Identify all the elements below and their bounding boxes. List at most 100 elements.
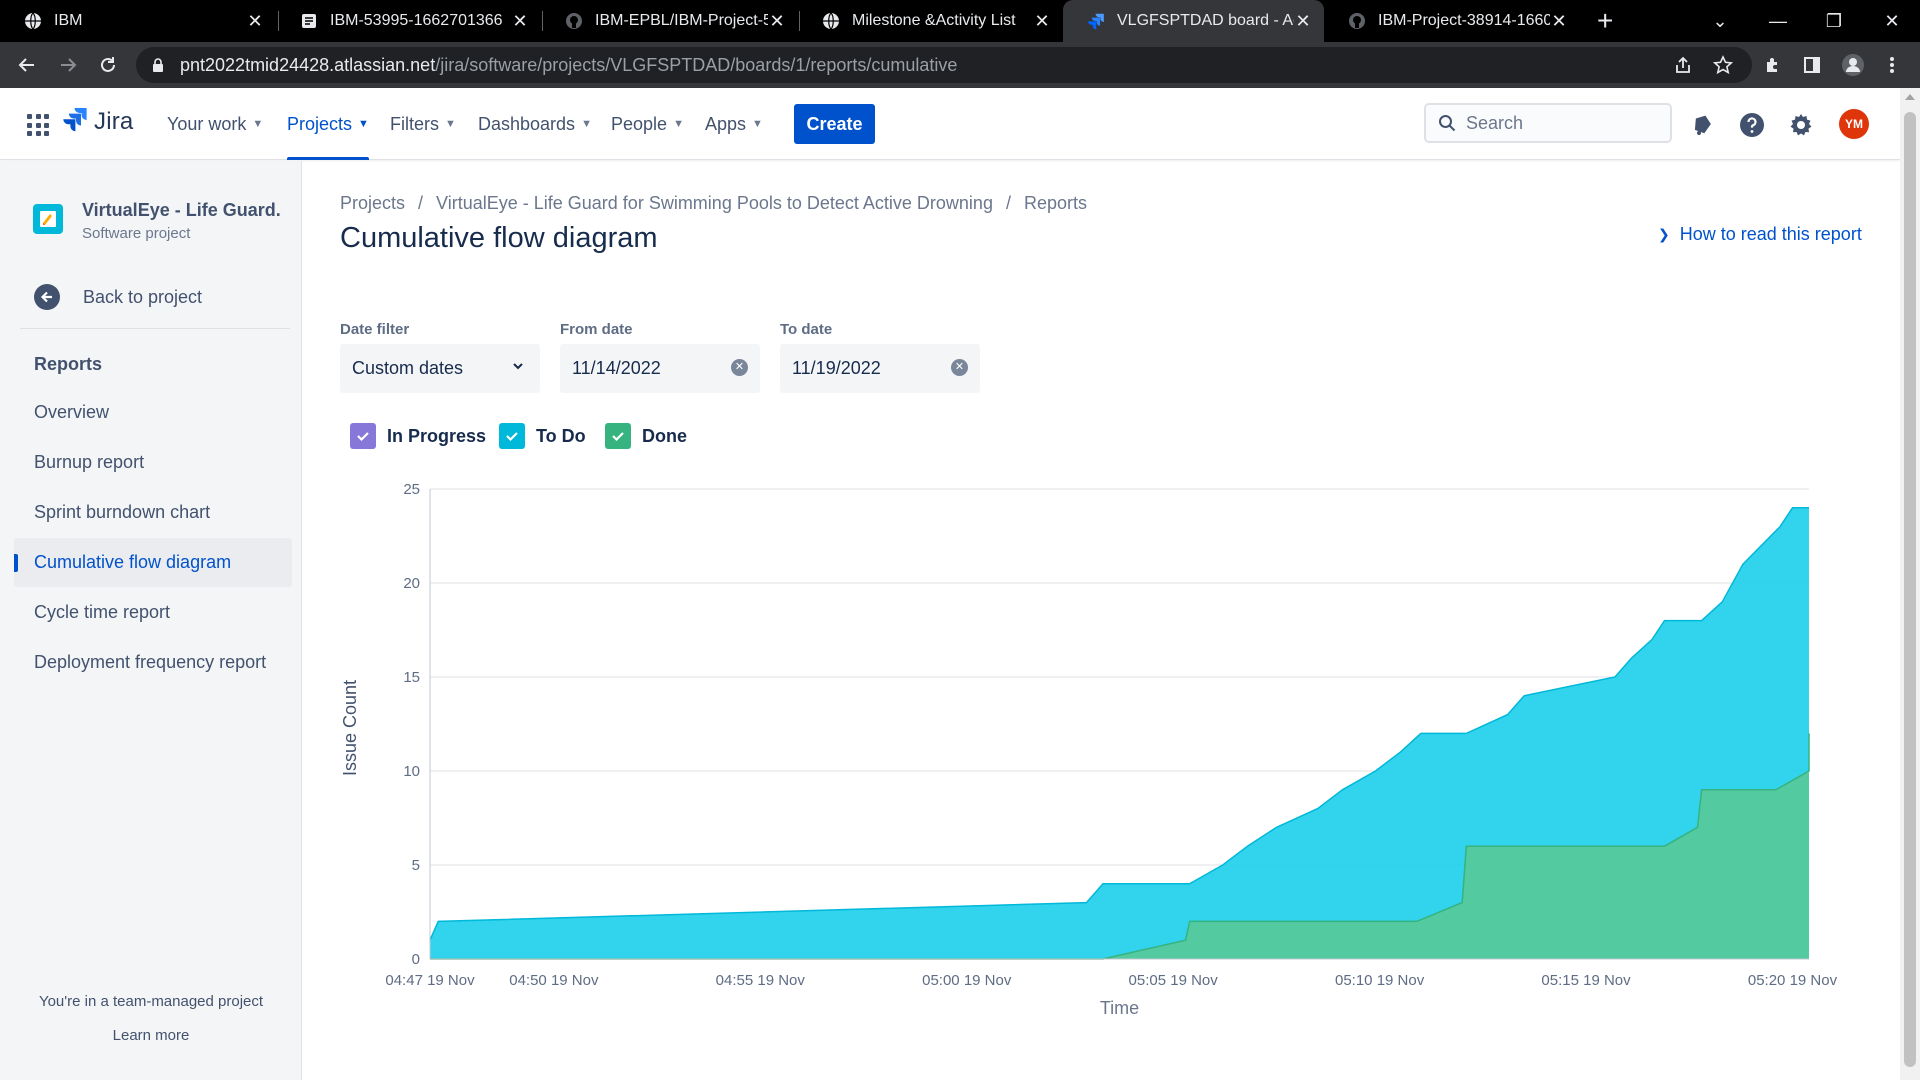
close-window-button[interactable]: ✕ <box>1864 0 1920 42</box>
app-switcher-icon[interactable] <box>27 114 49 136</box>
close-tab-icon[interactable]: ✕ <box>1294 11 1312 32</box>
address-bar: pnt2022tmid24428.atlassian.net/jira/soft… <box>0 42 1920 88</box>
nav-filters[interactable]: Filters ▼ <box>390 88 456 160</box>
create-button[interactable]: Create <box>794 104 875 144</box>
close-tab-icon[interactable]: ✕ <box>768 11 786 32</box>
nav-people[interactable]: People ▼ <box>611 88 684 160</box>
sidebar-item-burnup-report[interactable]: Burnup report <box>14 438 292 487</box>
breadcrumb-project[interactable]: VirtualEye - Life Guard for Swimming Poo… <box>436 193 993 214</box>
close-tab-icon[interactable]: ✕ <box>511 11 529 32</box>
search-field[interactable] <box>1424 103 1672 143</box>
browser-tab[interactable]: IBM-Project-38914-166038 ✕ <box>1324 0 1580 42</box>
settings-gear-icon[interactable] <box>1786 110 1816 140</box>
project-sidebar: VirtualEye - Life Guard... Software proj… <box>0 161 302 1080</box>
chevron-down-icon: ▼ <box>252 118 264 130</box>
globe-icon <box>822 12 840 30</box>
legend-to-do[interactable]: To Do <box>499 423 586 449</box>
browser-tab-title: IBM-Project-38914-166038 <box>1378 12 1550 29</box>
nav-your-work[interactable]: Your work ▼ <box>167 88 263 160</box>
url-bar[interactable]: pnt2022tmid24428.atlassian.net/jira/soft… <box>136 47 1752 83</box>
legend-done[interactable]: Done <box>605 423 687 449</box>
tab-search-icon[interactable]: ⌄ <box>1692 0 1748 42</box>
sidebar-item-deployment-frequency[interactable]: Deployment frequency report <box>14 638 292 687</box>
nav-dashboards[interactable]: Dashboards ▼ <box>478 88 592 160</box>
back-to-project-link[interactable]: Back to project <box>34 282 202 312</box>
breadcrumb-projects[interactable]: Projects <box>340 193 405 214</box>
browser-tab[interactable]: IBM-EPBL/IBM-Project-539 ✕ <box>541 0 798 42</box>
url-host: pnt2022tmid24428.atlassian.net <box>180 54 436 75</box>
github-icon <box>565 12 583 30</box>
browser-tab-active[interactable]: VLGFSPTDAD board - Agile ✕ <box>1063 0 1324 42</box>
chevron-down-icon <box>510 358 526 379</box>
sidebar-divider <box>20 328 290 329</box>
browser-tab-title: Milestone &Activity List <box>852 12 1016 29</box>
checkbox-checked-icon[interactable] <box>605 423 631 449</box>
close-tab-icon[interactable]: ✕ <box>1033 11 1051 32</box>
scrollbar-thumb[interactable] <box>1904 112 1916 1067</box>
from-date-label: From date <box>560 321 633 338</box>
nav-projects[interactable]: Projects ▼ <box>287 88 369 160</box>
legend-in-progress[interactable]: In Progress <box>350 423 486 449</box>
reload-icon[interactable] <box>93 50 123 80</box>
to-date-field[interactable]: 11/19/2022 ✕ <box>780 344 980 393</box>
browser-tab-title: VLGFSPTDAD board - Agile <box>1117 12 1294 29</box>
browser-tab[interactable]: IBM-53995-1662701366 ✕ <box>276 0 541 42</box>
browser-menu-icon[interactable] <box>1877 50 1907 80</box>
y-tick-label: 25 <box>403 481 420 498</box>
nav-apps[interactable]: Apps ▼ <box>705 88 763 160</box>
sidebar-item-sprint-burndown[interactable]: Sprint burndown chart <box>14 488 292 537</box>
project-avatar-icon[interactable] <box>33 204 63 234</box>
sidebar-item-cumulative-flow[interactable]: Cumulative flow diagram <box>14 538 292 587</box>
team-managed-note: You're in a team-managed project <box>38 993 264 1010</box>
page-scrollbar[interactable] <box>1900 88 1920 1080</box>
browser-tab-title: IBM-53995-1662701366 <box>330 12 503 29</box>
browser-tab-strip: IBM ✕ IBM-53995-1662701366 ✕ IBM-EPBL/IB… <box>0 0 1920 42</box>
from-date-field[interactable]: 11/14/2022 ✕ <box>560 344 760 393</box>
browser-tab[interactable]: IBM ✕ <box>0 0 276 42</box>
to-date-label: To date <box>780 321 833 338</box>
x-tick-label: 05:15 19 Nov <box>1541 972 1631 989</box>
y-tick-label: 15 <box>403 669 420 686</box>
sidebar-item-overview[interactable]: Overview <box>14 388 292 437</box>
chevron-down-icon: ▼ <box>752 118 763 130</box>
lock-icon <box>152 58 164 72</box>
browser-tab[interactable]: Milestone &Activity List ✕ <box>798 0 1063 42</box>
y-tick-label: 0 <box>412 951 420 968</box>
minimize-button[interactable]: — <box>1750 0 1806 42</box>
globe-icon <box>24 12 42 30</box>
user-avatar[interactable]: YM <box>1839 109 1869 139</box>
project-name[interactable]: VirtualEye - Life Guard... <box>82 200 282 221</box>
close-tab-icon[interactable]: ✕ <box>1550 11 1568 32</box>
x-tick-label: 05:10 19 Nov <box>1335 972 1425 989</box>
jira-logo[interactable]: Jira <box>62 106 133 137</box>
y-tick-label: 5 <box>412 857 420 874</box>
search-input[interactable] <box>1466 112 1656 134</box>
sidebar-item-cycle-time[interactable]: Cycle time report <box>14 588 292 637</box>
notifications-icon[interactable] <box>1687 110 1717 140</box>
help-icon[interactable] <box>1737 110 1767 140</box>
profile-avatar-icon[interactable] <box>1838 50 1868 80</box>
breadcrumb-reports[interactable]: Reports <box>1024 193 1087 214</box>
date-filter-select[interactable]: Custom dates <box>340 344 540 393</box>
bookmark-star-icon[interactable] <box>1708 50 1738 80</box>
side-panel-icon[interactable] <box>1797 50 1827 80</box>
x-tick-label: 04:47 19 Nov <box>385 972 475 989</box>
x-tick-label: 04:55 19 Nov <box>716 972 806 989</box>
learn-more-link[interactable]: Learn more <box>0 1027 302 1044</box>
checkbox-checked-icon[interactable] <box>499 423 525 449</box>
back-arrow-icon[interactable] <box>12 50 42 80</box>
forward-arrow-icon[interactable] <box>53 50 83 80</box>
checkbox-checked-icon[interactable] <box>350 423 376 449</box>
close-tab-icon[interactable]: ✕ <box>246 11 264 32</box>
clear-icon[interactable]: ✕ <box>951 359 968 376</box>
page-title: Cumulative flow diagram <box>340 222 658 254</box>
clear-icon[interactable]: ✕ <box>731 359 748 376</box>
share-icon[interactable] <box>1668 50 1698 80</box>
new-tab-button[interactable]: + <box>1597 6 1613 36</box>
extensions-icon[interactable] <box>1758 50 1788 80</box>
chevron-down-icon: ▼ <box>673 118 684 130</box>
chevron-down-icon: ▼ <box>581 118 592 130</box>
project-type: Software project <box>82 225 191 242</box>
maximize-button[interactable]: ❐ <box>1806 0 1862 42</box>
how-to-read-link[interactable]: ❯ How to read this report <box>1658 224 1862 245</box>
